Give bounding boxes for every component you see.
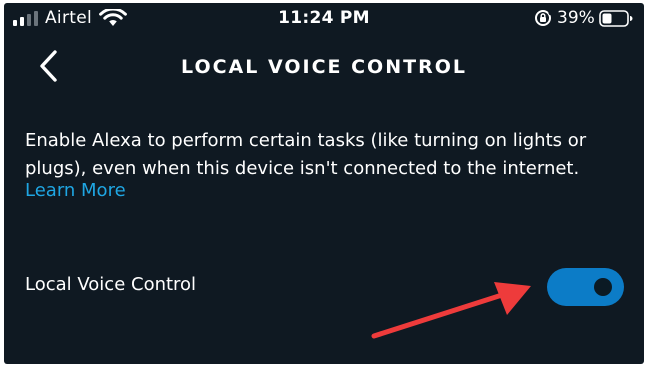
battery-icon: [599, 10, 633, 27]
toggle-knob: [594, 278, 612, 296]
local-voice-control-toggle[interactable]: [547, 268, 624, 306]
back-chevron-icon[interactable]: [36, 49, 60, 83]
feature-description: Enable Alexa to perform certain tasks (l…: [25, 130, 587, 179]
setting-label: Local Voice Control: [25, 274, 197, 295]
local-voice-control-row: Local Voice Control: [4, 261, 644, 309]
page-title: LOCAL VOICE CONTROL: [181, 56, 467, 78]
learn-more-link[interactable]: Learn More: [25, 178, 126, 204]
orientation-lock-icon: [535, 10, 552, 26]
battery-percent: 39%: [557, 8, 595, 28]
status-bar: Airtel 11:24 PM 39%: [4, 3, 644, 33]
app-screen: Airtel 11:24 PM 39% LOCAL VOICE CONTROL …: [4, 3, 644, 364]
